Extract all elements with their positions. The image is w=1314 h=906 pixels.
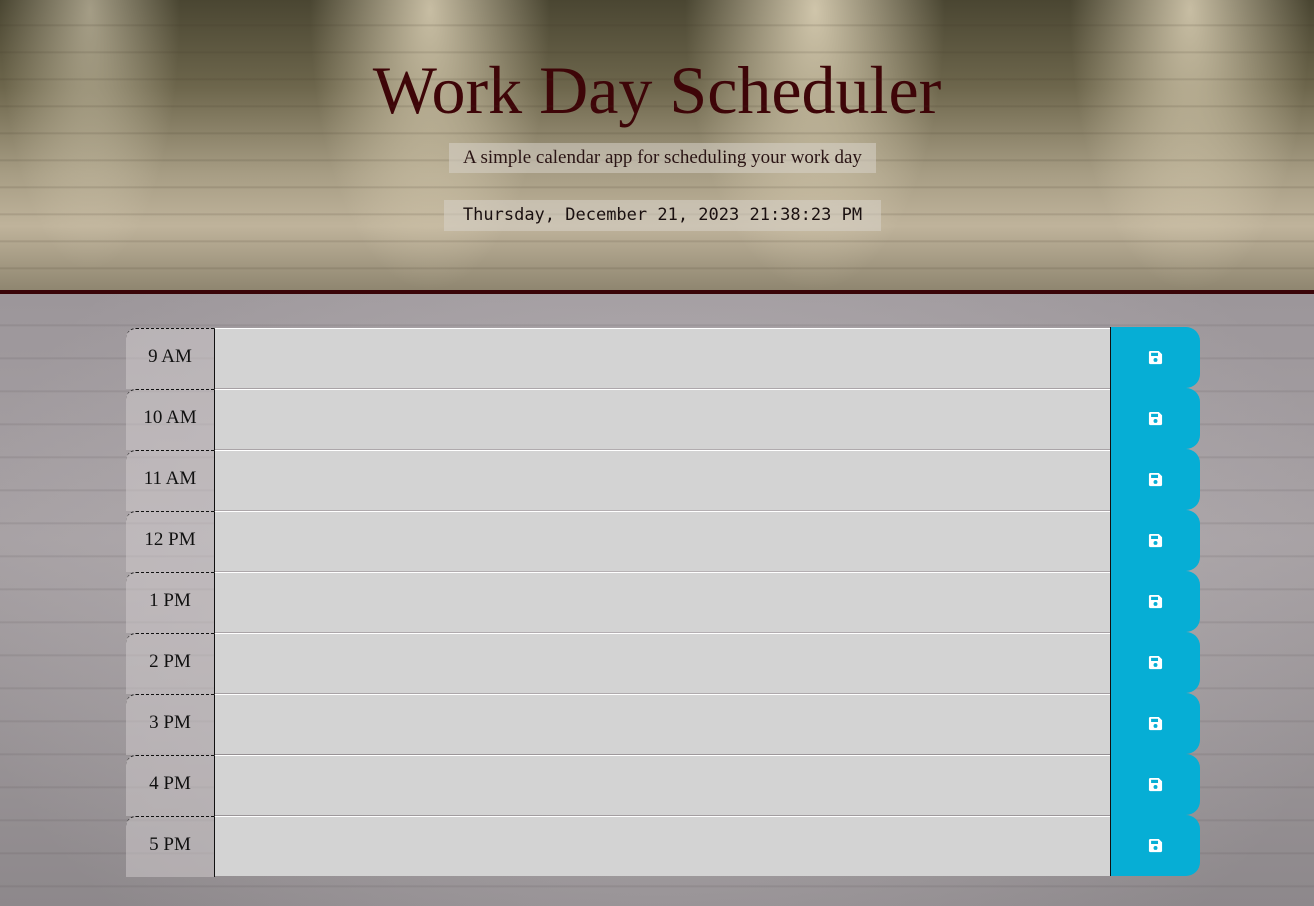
event-description-input[interactable] (215, 328, 1110, 388)
floppy-disk-icon (1148, 411, 1163, 426)
save-button[interactable] (1110, 510, 1200, 571)
event-description-input[interactable] (215, 450, 1110, 510)
time-block-row: 12 PM (126, 510, 1200, 572)
event-description-input[interactable] (215, 572, 1110, 632)
hour-label: 12 PM (126, 511, 215, 572)
page-subtitle: A simple calendar app for scheduling you… (449, 143, 876, 173)
event-description-input[interactable] (215, 694, 1110, 754)
event-description-input[interactable] (215, 755, 1110, 815)
save-button[interactable] (1110, 327, 1200, 388)
time-block-row: 1 PM (126, 571, 1200, 633)
hour-label: 1 PM (126, 572, 215, 633)
hour-label: 5 PM (126, 816, 215, 877)
time-block-row: 11 AM (126, 449, 1200, 511)
floppy-disk-icon (1148, 594, 1163, 609)
floppy-disk-icon (1148, 655, 1163, 670)
hour-label: 4 PM (126, 755, 215, 816)
time-block-row: 4 PM (126, 754, 1200, 816)
save-button[interactable] (1110, 449, 1200, 510)
hour-label: 9 AM (126, 328, 215, 389)
hour-label: 3 PM (126, 694, 215, 755)
hour-label: 2 PM (126, 633, 215, 694)
save-button[interactable] (1110, 693, 1200, 754)
floppy-disk-icon (1148, 777, 1163, 792)
time-block-row: 9 AM (126, 327, 1200, 389)
time-block-row: 10 AM (126, 388, 1200, 450)
time-block-row: 3 PM (126, 693, 1200, 755)
save-button[interactable] (1110, 632, 1200, 693)
page-header: Work Day Scheduler A simple calendar app… (0, 0, 1314, 294)
hour-label: 11 AM (126, 450, 215, 511)
save-button[interactable] (1110, 754, 1200, 815)
page-title: Work Day Scheduler (372, 52, 942, 128)
current-date-time: Thursday, December 21, 2023 21:38:23 PM (444, 200, 881, 231)
floppy-disk-icon (1148, 838, 1163, 853)
floppy-disk-icon (1148, 350, 1163, 365)
floppy-disk-icon (1148, 716, 1163, 731)
save-button[interactable] (1110, 571, 1200, 632)
event-description-input[interactable] (215, 816, 1110, 876)
hour-label: 10 AM (126, 389, 215, 450)
time-block-row: 2 PM (126, 632, 1200, 694)
save-button[interactable] (1110, 388, 1200, 449)
floppy-disk-icon (1148, 533, 1163, 548)
event-description-input[interactable] (215, 633, 1110, 693)
event-description-input[interactable] (215, 511, 1110, 571)
floppy-disk-icon (1148, 472, 1163, 487)
save-button[interactable] (1110, 815, 1200, 876)
time-block-row: 5 PM (126, 815, 1200, 877)
event-description-input[interactable] (215, 389, 1110, 449)
time-block-list: 9 AM 10 AM 11 AM 12 PM 1 PM 2 PM 3 PM 4 PM 5 PM (126, 327, 1200, 877)
